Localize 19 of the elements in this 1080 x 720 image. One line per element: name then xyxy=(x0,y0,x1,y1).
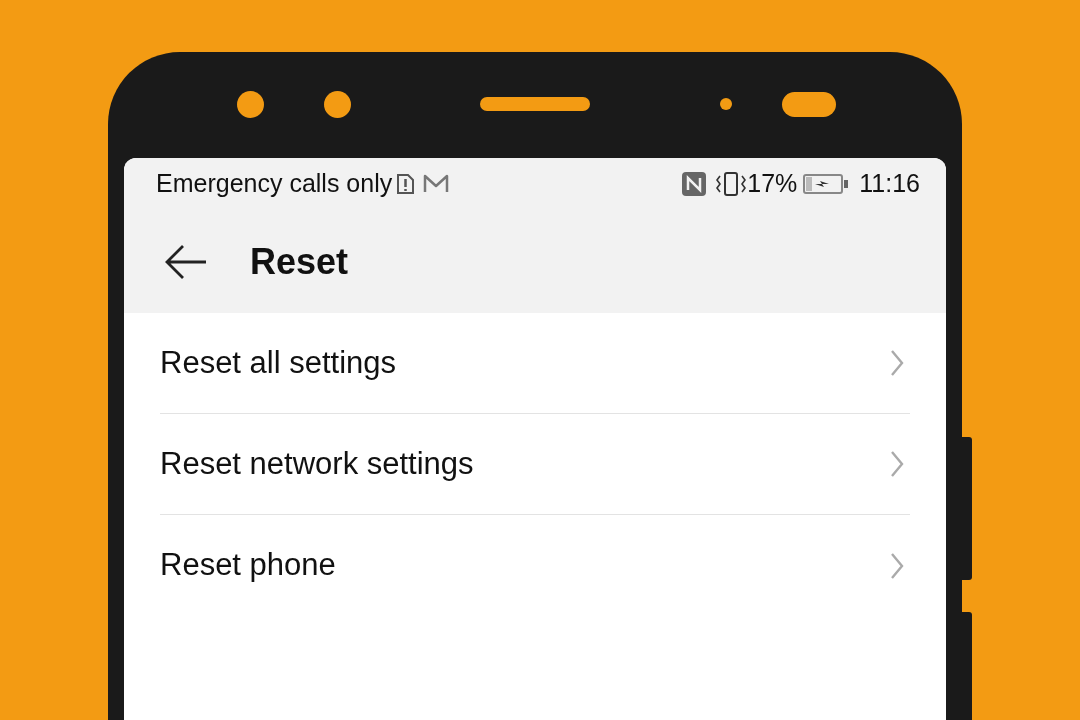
chevron-icon xyxy=(890,551,904,580)
clock-time: 11:16 xyxy=(859,168,920,200)
row-label: Reset all settings xyxy=(160,343,398,382)
screen-title: Reset xyxy=(250,239,349,284)
vibrate-icon xyxy=(715,171,748,197)
nfc-icon xyxy=(681,171,708,197)
settings-row[interactable]: Reset all settings xyxy=(160,313,910,414)
row-label: Reset network settings xyxy=(160,444,475,483)
chevron-icon xyxy=(890,450,904,478)
row-label: Reset phone xyxy=(160,546,337,585)
chevron-icon xyxy=(890,349,904,377)
battery-percent: 17% xyxy=(747,168,798,200)
battery-charging-icon xyxy=(803,173,850,195)
settings-row[interactable]: Reset phone xyxy=(160,515,910,616)
mail-icon xyxy=(423,174,450,194)
settings-row[interactable]: Reset network settings xyxy=(160,414,910,515)
sim-alert-icon xyxy=(395,173,416,195)
carrier-text: Emergency calls only xyxy=(156,168,393,200)
flash-pill xyxy=(782,92,836,117)
